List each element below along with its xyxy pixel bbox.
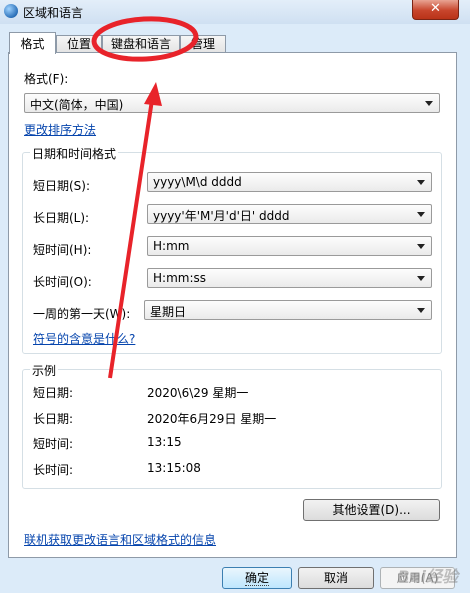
window-title: 区域和语言 bbox=[23, 6, 84, 20]
other-settings-button[interactable]: 其他设置(D)... bbox=[303, 499, 440, 521]
format-dropdown[interactable]: 中文(简体，中国) bbox=[24, 93, 440, 113]
long-date-value: yyyy'年'M'月'd'日' dddd bbox=[153, 209, 290, 223]
watermark: Bai经验 bbox=[397, 567, 458, 586]
tab-format[interactable]: 格式 bbox=[9, 32, 56, 54]
chevron-down-icon bbox=[425, 101, 433, 106]
example-long-time-value: 13:15:08 bbox=[147, 461, 201, 475]
example-long-date-label: 长日期: bbox=[33, 412, 74, 426]
first-day-of-week-label: 一周的第一天(W): bbox=[33, 307, 131, 321]
short-date-dropdown[interactable]: yyyy\M\d dddd bbox=[147, 172, 432, 192]
globe-icon bbox=[4, 4, 18, 18]
symbols-meaning-link[interactable]: 符号的含意是什么? bbox=[33, 330, 135, 347]
online-info-link[interactable]: 联机获取更改语言和区域格式的信息 bbox=[24, 531, 216, 548]
chevron-down-icon bbox=[417, 244, 425, 249]
short-time-label: 短时间(H): bbox=[33, 243, 92, 257]
format-dropdown-value: 中文(简体，中国) bbox=[30, 98, 124, 112]
long-time-dropdown[interactable]: H:mm:ss bbox=[147, 268, 432, 288]
ok-button-label: 确定 bbox=[244, 571, 269, 586]
chevron-down-icon bbox=[417, 212, 425, 217]
example-long-date-value: 2020年6月29日 星期一 bbox=[147, 412, 277, 426]
first-day-of-week-value: 星期日 bbox=[150, 305, 187, 319]
long-date-dropdown[interactable]: yyyy'年'M'月'd'日' dddd bbox=[147, 204, 432, 224]
example-short-time-value: 13:15 bbox=[147, 435, 182, 449]
change-sort-link[interactable]: 更改排序方法 bbox=[24, 121, 96, 138]
example-long-time-label: 长时间: bbox=[33, 463, 74, 477]
cancel-button[interactable]: 取消 bbox=[298, 567, 374, 589]
long-date-label: 长日期(L): bbox=[33, 211, 90, 225]
short-time-dropdown[interactable]: H:mm bbox=[147, 236, 432, 256]
tab-location[interactable]: 位置 bbox=[56, 35, 102, 53]
long-time-value: H:mm:ss bbox=[153, 271, 206, 285]
short-date-value: yyyy\M\d dddd bbox=[153, 175, 242, 189]
short-date-label: 短日期(S): bbox=[33, 179, 91, 193]
tab-keyboard-language[interactable]: 键盘和语言 bbox=[102, 35, 180, 53]
tab-admin[interactable]: 管理 bbox=[180, 35, 226, 53]
examples-group-title: 示例 bbox=[30, 362, 59, 379]
format-label: 格式(F): bbox=[24, 72, 69, 86]
datetime-group-title: 日期和时间格式 bbox=[30, 145, 119, 162]
chevron-down-icon bbox=[417, 308, 425, 313]
example-short-date-value: 2020\6\29 星期一 bbox=[147, 386, 249, 400]
short-time-value: H:mm bbox=[153, 239, 190, 253]
ok-button[interactable]: 确定 bbox=[222, 567, 292, 589]
chevron-down-icon bbox=[417, 276, 425, 281]
close-button[interactable]: ✕ bbox=[412, 0, 459, 20]
example-short-date-label: 短日期: bbox=[33, 386, 74, 400]
first-day-of-week-dropdown[interactable]: 星期日 bbox=[144, 300, 432, 320]
chevron-down-icon bbox=[417, 180, 425, 185]
long-time-label: 长时间(O): bbox=[33, 275, 92, 289]
example-short-time-label: 短时间: bbox=[33, 437, 74, 451]
